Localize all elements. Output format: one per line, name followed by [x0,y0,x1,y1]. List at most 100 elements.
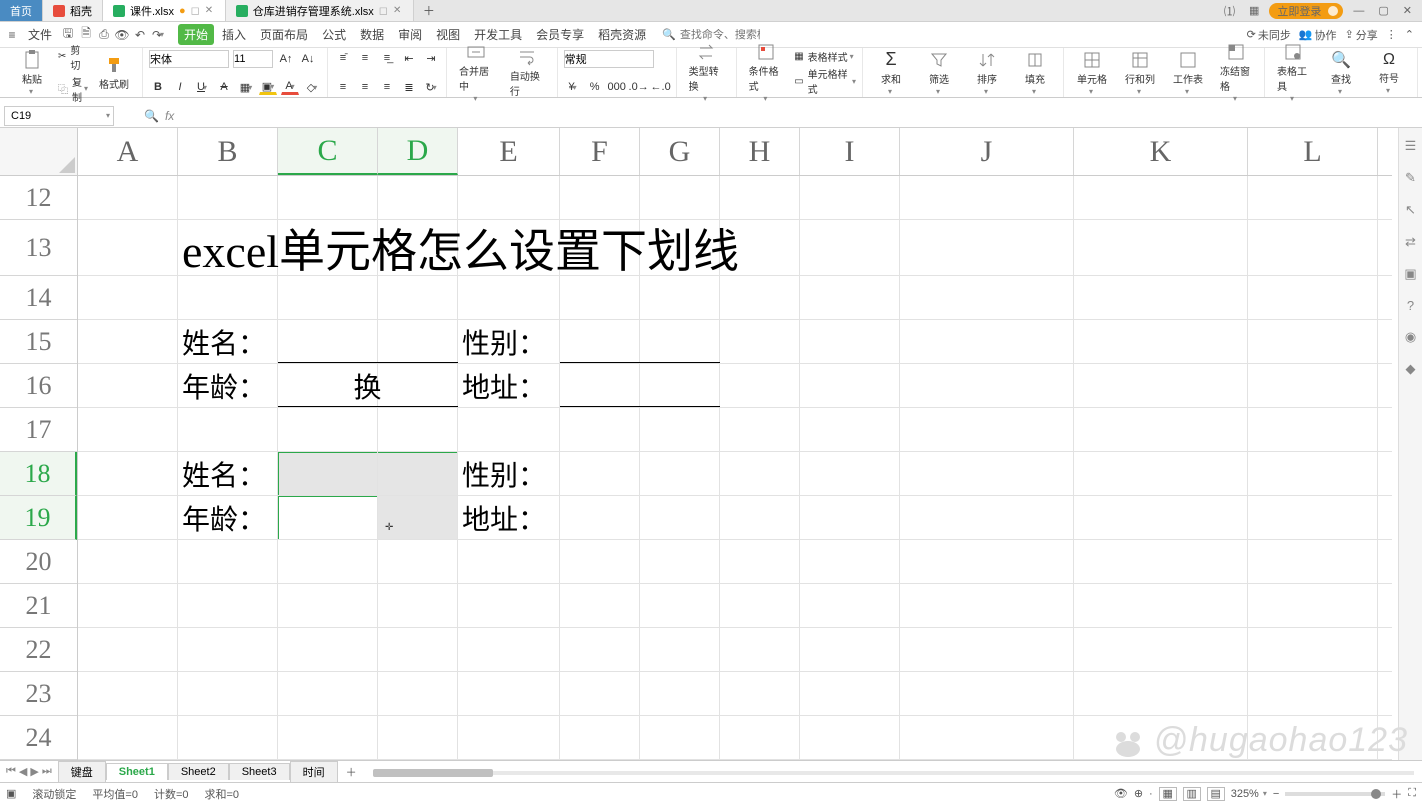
row-header-15[interactable]: 15 [0,320,77,364]
side-ai-icon[interactable]: ◉ [1405,329,1416,345]
tab-pin-icon[interactable]: ◻ [379,4,388,17]
bold-button[interactable]: B [149,79,167,95]
worksheet-button[interactable]: 工作表▾ [1166,48,1210,98]
cut-button[interactable]: ✂剪切 [58,42,88,72]
sheet-tab-sheet3[interactable]: Sheet3 [229,763,290,780]
dec-inc-button[interactable]: .0→ [630,79,648,95]
row-header-22[interactable]: 22 [0,628,77,672]
justify-button[interactable]: ≣ [400,79,418,95]
minimize-icon[interactable]: — [1349,5,1368,17]
col-header-F[interactable]: F [560,128,640,175]
row-header-24[interactable]: 24 [0,716,77,760]
zoom-slider[interactable] [1285,792,1385,796]
col-header-J[interactable]: J [900,128,1074,175]
zoom-in-button[interactable]: ＋ [1391,786,1402,802]
row-header-14[interactable]: 14 [0,276,77,320]
menu-data[interactable]: 数据 [354,24,390,45]
rowcol-button[interactable]: 行和列▾ [1118,48,1162,98]
tab-home[interactable]: 首页 [0,0,43,21]
tabletool-button[interactable]: 表格工具▾ [1271,40,1315,105]
sheet-first-icon[interactable]: ⏮ [6,765,16,778]
zoom-level[interactable]: 325% [1231,788,1259,800]
copy-button[interactable]: ⿻复制▾ [58,74,88,104]
menu-formula[interactable]: 公式 [316,24,352,45]
redo-icon[interactable]: ↷▾ [150,27,166,43]
italic-button[interactable]: I [171,79,189,95]
font-size-select[interactable] [233,50,273,68]
zoom-out-button[interactable]: − [1273,788,1279,800]
col-header-E[interactable]: E [458,128,560,175]
print-icon[interactable]: ⎙ [96,27,112,43]
currency-button[interactable]: ¥▾ [564,79,582,95]
cell-B13[interactable]: excel单元格怎么设置下划线 [178,220,800,276]
sheet-tab-keyboard[interactable]: 键盘 [58,761,106,782]
tab-file-2[interactable]: 仓库进销存管理系统.xlsx ◻ ✕ [226,0,414,21]
align-center-button[interactable]: ≡ [356,79,374,95]
col-header-B[interactable]: B [178,128,278,175]
side-style-icon[interactable]: ✎ [1405,170,1416,186]
fx-icon[interactable]: fx [165,109,174,123]
type-convert-button[interactable]: 类型转换▾ [683,40,730,105]
row-header-13[interactable]: 13 [0,220,77,276]
tab-file-active[interactable]: 课件.xlsx ● ◻ ✕ [103,0,226,21]
align-top-button[interactable]: ≡̄ [334,50,352,66]
row-header-21[interactable]: 21 [0,584,77,628]
share-button[interactable]: ⇪ 分享 [1345,27,1378,43]
col-header-I[interactable]: I [800,128,900,175]
table-style-button[interactable]: ▦表格样式▾ [794,49,856,64]
view-pagebreak-button[interactable]: ▤ [1207,787,1225,801]
font-name-select[interactable] [149,50,229,68]
fillcolor-button[interactable]: ▣▾ [259,79,277,95]
menu-home[interactable]: 开始 [178,24,214,45]
sheet-prev-icon[interactable]: ◀ [19,765,27,778]
fontcolor-button[interactable]: A▾ [281,79,299,95]
side-settings-icon[interactable]: ⇄ [1405,234,1416,250]
number-format-select[interactable] [564,50,654,68]
comma-button[interactable]: 000 [608,79,626,95]
preview-icon[interactable]: 👁 [114,27,130,43]
filter-button[interactable]: 筛选▾ [917,48,961,98]
collapse-ribbon-icon[interactable]: ⌃ [1405,28,1414,41]
menu-member[interactable]: 会员专享 [530,24,590,45]
reading-mode-icon[interactable]: ⑴ [1220,3,1239,19]
row-header-17[interactable]: 17 [0,408,77,452]
col-header-D[interactable]: D [378,128,458,175]
view-normal-button[interactable]: ▦ [1159,787,1177,801]
conditional-format-button[interactable]: 条件格式▾ [743,40,791,105]
cells-button[interactable]: 单元格▾ [1070,48,1114,98]
grid-apps-icon[interactable]: ▦ [1245,4,1263,17]
saveas-icon[interactable]: 🗎 [78,27,94,43]
side-select-icon[interactable]: ↖ [1405,202,1416,218]
row-header-18[interactable]: 18 [0,452,77,496]
row-header-19[interactable]: 19 [0,496,77,540]
cell-C16[interactable]: 换 [278,364,458,408]
menu-file[interactable]: 文件 [22,24,58,45]
command-search-input[interactable] [680,29,760,41]
col-header-C[interactable]: C [278,128,378,175]
window-close-icon[interactable]: ✕ [1399,4,1416,17]
align-left-button[interactable]: ≡ [334,79,352,95]
horizontal-scrollbar[interactable] [373,768,1414,776]
goto-icon[interactable]: 🔍 [144,109,159,123]
col-header-H[interactable]: H [720,128,800,175]
select-all-corner[interactable] [0,128,78,176]
close-icon[interactable]: ✕ [393,5,403,16]
freeze-button[interactable]: 冻结窗格▾ [1214,40,1258,105]
sum-button[interactable]: Σ求和▾ [869,47,913,98]
sheet-tab-sheet1[interactable]: Sheet1 [106,763,168,780]
cell-E19[interactable]: 地址： [458,496,560,540]
row-header-16[interactable]: 16 [0,364,77,408]
more-icon[interactable]: ⋮ [1386,28,1397,41]
autowrap-button[interactable]: 自动换行 [504,45,551,100]
merge-center-button[interactable]: 合并居中▾ [453,40,500,105]
symbol-button[interactable]: Ω符号▾ [1367,49,1411,97]
tab-add-button[interactable]: ＋ [414,0,444,21]
align-bottom-button[interactable]: ≡̲ [378,50,396,66]
paste-button[interactable]: 粘贴▾ [10,48,54,98]
fullscreen-icon[interactable]: ⛶ [1408,787,1416,800]
orientation-button[interactable]: ↻▾ [422,79,440,95]
side-clip-icon[interactable]: ▣ [1404,266,1416,282]
row-headers[interactable]: 12131415161718192021222324 [0,176,78,760]
view-pagelayout-button[interactable]: ▥ [1183,787,1201,801]
cell-B15[interactable]: 姓名： [178,320,278,364]
